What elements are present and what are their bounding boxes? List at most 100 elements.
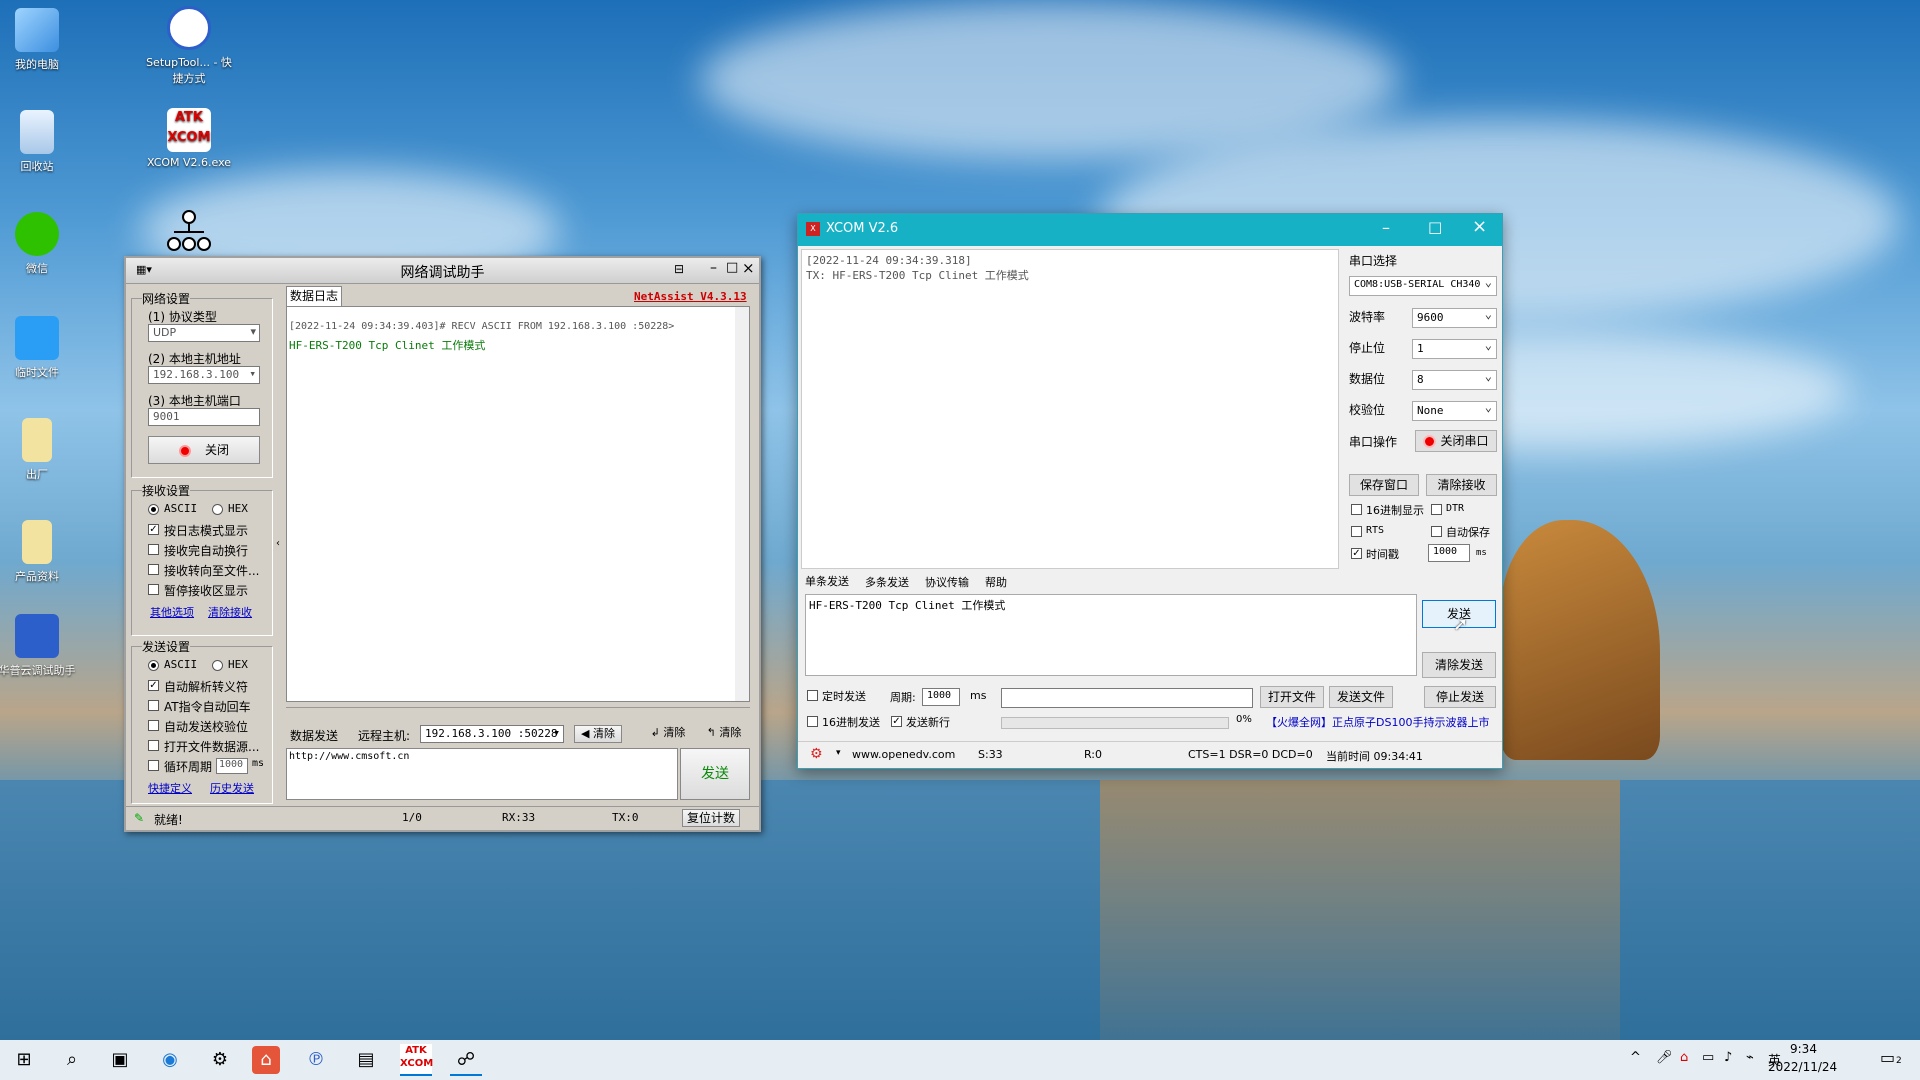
period-input[interactable]: 1000 (922, 688, 960, 706)
other-options-link[interactable]: 其他选项 (150, 604, 194, 620)
minimize-icon[interactable]: – (1382, 218, 1390, 237)
auto-save-checkbox[interactable] (1431, 526, 1442, 537)
send-button[interactable]: 发送 (680, 748, 750, 800)
ad-link[interactable]: 【火爆全网】正点原子DS100手持示波器上市 (1266, 714, 1489, 730)
file-path-input[interactable] (1001, 688, 1253, 708)
cycle-input[interactable]: 1000 (216, 758, 248, 774)
receive-log-area[interactable]: [2022-11-24 09:34:39.403]# RECV ASCII FR… (286, 306, 750, 702)
tab-protocol[interactable]: 协议传输 (925, 574, 969, 590)
pause-display-checkbox[interactable] (148, 584, 159, 595)
timed-send-checkbox[interactable] (807, 690, 818, 701)
tab-data-send[interactable]: 数据发送 (290, 727, 338, 744)
desktop-icon-hpiot[interactable]: 华普云调试助手 (0, 614, 82, 678)
port-select[interactable]: COM8:USB-SERIAL CH340 (1349, 276, 1497, 296)
desktop-icon-xcom[interactable]: ATK XCOM XCOM V2.6.exe (144, 108, 234, 169)
desktop-icon-wechat[interactable]: 微信 (0, 212, 82, 276)
clear-receive-link[interactable]: 清除接收 (208, 604, 252, 620)
hex-send-checkbox[interactable] (807, 716, 818, 727)
cycle-checkbox[interactable] (148, 760, 159, 771)
maximize-icon[interactable]: □ (1428, 218, 1442, 236)
brand-link[interactable]: NetAssist V4.3.13 (634, 290, 747, 303)
chevron-up-icon[interactable]: ^ (1630, 1050, 1641, 1065)
task-view-icon[interactable]: ▣ (104, 1044, 136, 1076)
xcom-taskbar-icon[interactable]: ATK XCOM (400, 1044, 433, 1076)
hpiot-taskbar-icon[interactable]: ℗ (300, 1044, 332, 1076)
send-hex-radio[interactable] (212, 660, 223, 671)
clear-send-button[interactable]: 清除发送 (1422, 652, 1496, 678)
app-home-icon[interactable]: ⌂ (252, 1046, 280, 1074)
search-icon[interactable]: ⌕ (56, 1044, 88, 1076)
dtr-checkbox[interactable] (1431, 504, 1442, 515)
network-icon[interactable]: ⌁ (1746, 1050, 1754, 1065)
netassist-titlebar[interactable]: ▦▾ 网络调试助手 ⊟ – □ × (126, 258, 759, 284)
desktop-icon-recycle-bin[interactable]: 回收站 (0, 110, 82, 174)
desktop-icon-temp[interactable]: 临时文件 (0, 316, 82, 380)
clear-receive-button[interactable]: 清除接收 (1426, 474, 1497, 496)
tab-data-log[interactable]: 数据日志 (286, 286, 342, 306)
log-mode-checkbox[interactable]: ✓ (148, 524, 159, 535)
stop-send-button[interactable]: 停止发送 (1424, 686, 1496, 708)
clear-button-3[interactable]: ↰ 清除 (700, 725, 748, 743)
send-text-area[interactable]: HF-ERS-T200 Tcp Clinet 工作模式 (805, 594, 1417, 676)
tab-help[interactable]: 帮助 (985, 574, 1007, 590)
send-ascii-radio[interactable] (148, 660, 159, 671)
minimize-icon[interactable]: – (710, 260, 717, 276)
tab-multi-send[interactable]: 多条发送 (865, 574, 909, 590)
send-input[interactable]: http://www.cmsoft.cn (286, 748, 678, 800)
start-icon[interactable]: ⊞ (8, 1044, 40, 1076)
hex-display-checkbox[interactable] (1351, 504, 1362, 515)
close-icon[interactable]: × (742, 259, 755, 277)
baud-select[interactable]: 9600 (1412, 308, 1497, 328)
netassist-taskbar-icon[interactable]: ☍ (450, 1044, 482, 1076)
close-icon[interactable]: × (1472, 216, 1487, 237)
stop-bits-select[interactable]: 1 (1412, 339, 1497, 359)
port-input[interactable]: 9001 (148, 408, 260, 426)
scrollbar[interactable] (735, 307, 749, 701)
microphone-icon[interactable]: 🎤︎ (1656, 1050, 1673, 1065)
clear-button-1[interactable]: ◀ 清除 (574, 725, 622, 743)
collapse-arrow-icon[interactable]: ‹ (276, 538, 280, 549)
tray-app-icon[interactable]: ⌂ (1680, 1050, 1688, 1065)
desktop-icon-computer[interactable]: 我的电脑 (0, 8, 82, 72)
recv-to-file-checkbox[interactable] (148, 564, 159, 575)
xcom-titlebar[interactable]: X XCOM V2.6 – □ × (798, 214, 1502, 246)
timestamp-input[interactable]: 1000 (1428, 544, 1470, 562)
settings-gear-icon[interactable]: ⚙ (810, 746, 823, 762)
notification-icon[interactable]: ▭ (1880, 1048, 1895, 1067)
pin-icon[interactable]: ⊟ (674, 262, 684, 276)
auto-newline-checkbox[interactable] (148, 544, 159, 555)
edge-icon[interactable]: ◉ (154, 1044, 186, 1076)
clock-date[interactable]: 2022/11/24 (1768, 1060, 1837, 1074)
dropdown-arrow-icon[interactable]: ▾ (836, 748, 841, 758)
file-source-checkbox[interactable] (148, 740, 159, 751)
receive-area[interactable]: [2022-11-24 09:34:39.318] TX: HF-ERS-T20… (801, 249, 1339, 569)
reset-count-button[interactable]: 复位计数 (682, 809, 740, 827)
save-window-button[interactable]: 保存窗口 (1349, 474, 1419, 496)
at-enter-checkbox[interactable] (148, 700, 159, 711)
close-port-button[interactable]: 关闭串口 (1415, 430, 1497, 452)
maximize-icon[interactable]: □ (726, 260, 738, 275)
xcom-window[interactable]: X XCOM V2.6 – □ × [2022-11-24 09:34:39.3… (797, 213, 1503, 769)
desktop-icon-product[interactable]: 产品资料 (0, 520, 82, 584)
recv-ascii-radio[interactable] (148, 504, 159, 515)
send-newline-checkbox[interactable]: ✓ (891, 716, 902, 727)
send-history-link[interactable]: 历史发送 (210, 780, 254, 796)
tab-single-send[interactable]: 单条发送 (805, 573, 849, 589)
rts-checkbox[interactable] (1351, 526, 1362, 537)
website-link[interactable]: www.openedv.com (852, 748, 955, 761)
clear-button-2[interactable]: ↲ 清除 (644, 725, 692, 743)
timestamp-checkbox[interactable]: ✓ (1351, 548, 1362, 559)
desktop-icon-factory[interactable]: 出厂 (0, 418, 82, 482)
settings-icon[interactable]: ⚙ (204, 1044, 236, 1076)
netassist-window[interactable]: ▦▾ 网络调试助手 ⊟ – □ × 网络设置 (1) 协议类型 UDP ▾ (2)… (124, 256, 761, 832)
escape-parse-checkbox[interactable]: ✓ (148, 680, 159, 691)
parity-select[interactable]: None (1412, 401, 1497, 421)
recv-hex-radio[interactable] (212, 504, 223, 515)
volume-icon[interactable]: ♪ (1724, 1050, 1732, 1065)
quick-define-link[interactable]: 快捷定义 (148, 780, 192, 796)
protocol-select[interactable]: UDP ▾ (148, 324, 260, 342)
open-file-button[interactable]: 打开文件 (1260, 686, 1324, 708)
data-bits-select[interactable]: 8 (1412, 370, 1497, 390)
display-icon[interactable]: ▭ (1702, 1050, 1714, 1065)
desktop-icon-setuptool[interactable]: SetupTool... - 快捷方式 (144, 6, 234, 86)
